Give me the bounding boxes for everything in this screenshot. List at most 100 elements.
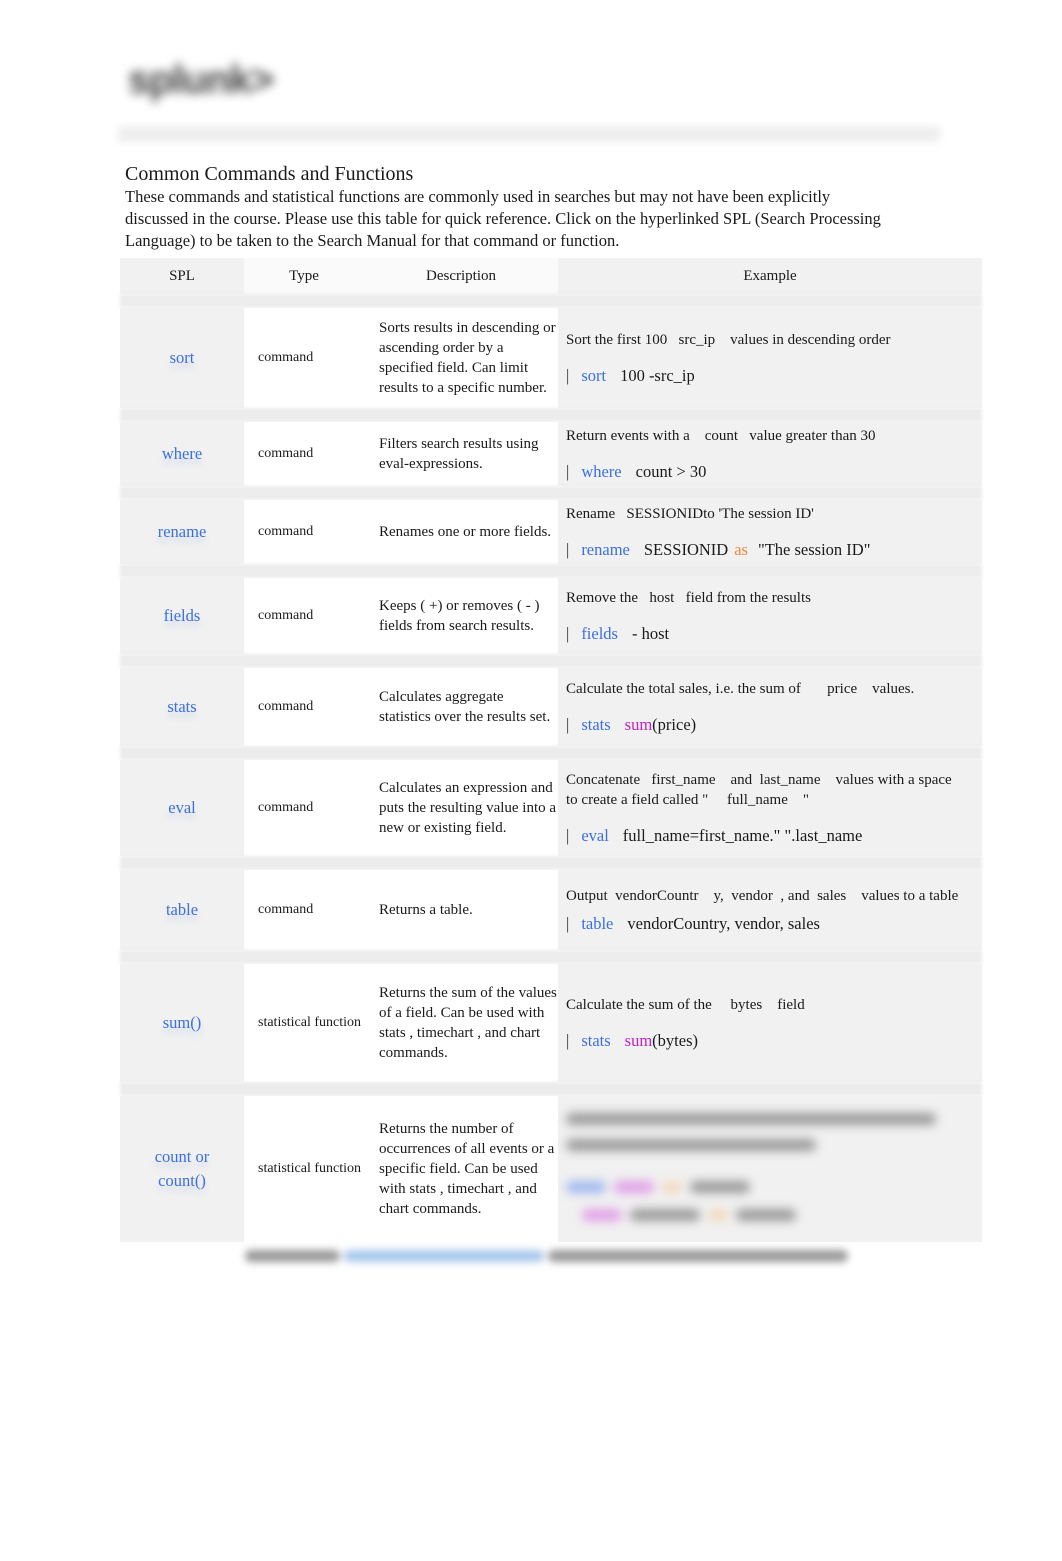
type-cell: command	[244, 308, 364, 408]
footer-note-blurred	[245, 1250, 848, 1267]
table-row: eval command Calculates an expression an…	[120, 760, 982, 856]
command-keyword[interactable]: eval	[581, 826, 608, 845]
row-divider	[120, 408, 982, 422]
spl-cell: sort	[120, 308, 244, 408]
table-row: table command Returns a table. Output ve…	[120, 870, 982, 950]
type-cell: command	[244, 422, 364, 486]
row-divider	[120, 950, 982, 964]
spl-link-eval[interactable]: eval	[168, 796, 195, 820]
row-divider	[120, 564, 982, 578]
example-cell: Sort the first 100 src_ip values in desc…	[558, 308, 982, 408]
spl-link-table[interactable]: table	[166, 898, 198, 922]
row-divider	[120, 856, 982, 870]
description-cell: Returns the sum of the values of a field…	[364, 964, 558, 1082]
table-row: count or count() statistical function Re…	[120, 1096, 982, 1242]
command-args: vendorCountry, vendor, sales	[627, 914, 820, 933]
example-command: | eval full_name=first_name." ".last_name	[566, 826, 862, 846]
description-cell: Calculates an expression and puts the re…	[364, 760, 558, 856]
splunk-logo: splunk>	[128, 58, 274, 102]
table-row: rename command Renames one or more field…	[120, 500, 982, 564]
table-row: fields command Keeps ( +) or removes ( -…	[120, 578, 982, 654]
row-divider	[120, 654, 982, 668]
description-cell: Keeps ( +) or removes ( - ) fields from …	[364, 578, 558, 654]
command-args: - host	[631, 624, 670, 643]
header-divider	[118, 126, 940, 142]
example-text: Remove the host field from the results	[566, 590, 811, 606]
example-cell: Remove the host field from the results |…	[558, 578, 982, 654]
table-row: stats command Calculates aggregate stati…	[120, 668, 982, 746]
example-cell: Rename SESSIONIDto 'The session ID' | ren…	[558, 500, 982, 564]
example-text: Sort the first 100 src_ip values in desc…	[566, 332, 891, 348]
function-keyword[interactable]: sum	[625, 1031, 653, 1050]
spl-cell: eval	[120, 760, 244, 856]
spl-link-sum[interactable]: sum()	[163, 1011, 202, 1035]
example-command: | where count > 30	[566, 462, 706, 482]
pipe-symbol: |	[566, 462, 570, 481]
table-row: sort command Sorts results in descending…	[120, 308, 982, 408]
command-keyword[interactable]: where	[581, 462, 621, 481]
spl-link-stats[interactable]: stats	[167, 695, 196, 719]
spl-link-fields[interactable]: fields	[164, 604, 201, 628]
spl-link-rename[interactable]: rename	[158, 520, 207, 544]
example-command: | rename SESSIONID as "The session ID"	[566, 540, 870, 560]
spl-link-count[interactable]: count or count()	[147, 1145, 217, 1193]
function-keyword[interactable]: sum	[625, 715, 653, 734]
spl-link-sort[interactable]: sort	[170, 346, 195, 370]
pipe-symbol: |	[566, 624, 570, 643]
table-row: where command Filters search results usi…	[120, 422, 982, 486]
example-text: Return events with a count value greater…	[566, 428, 876, 444]
pipe-symbol: |	[566, 914, 570, 933]
spl-cell: sum()	[120, 964, 244, 1082]
description-cell: Returns the number of occurrences of all…	[364, 1096, 558, 1242]
header-type: Type	[244, 258, 364, 294]
page-title: Common Commands and Functions	[125, 163, 414, 185]
type-cell: command	[244, 500, 364, 564]
description-cell: Renames one or more fields.	[364, 500, 558, 564]
example-cell	[558, 1096, 982, 1242]
example-text: Concatenate first_name and last_name val…	[566, 772, 956, 808]
pipe-symbol: |	[566, 715, 570, 734]
command-keyword[interactable]: stats	[581, 715, 610, 734]
example-command: | stats sum(bytes)	[566, 1031, 698, 1051]
header-example: Example	[558, 258, 982, 294]
command-keyword[interactable]: rename	[581, 540, 630, 559]
description-cell: Returns a table.	[364, 870, 558, 950]
command-args: (bytes)	[652, 1031, 698, 1050]
example-cell: Concatenate first_name and last_name val…	[558, 760, 982, 856]
example-command: | stats sum(price)	[566, 715, 696, 735]
reference-link[interactable]	[343, 1250, 544, 1262]
command-keyword[interactable]: table	[581, 914, 613, 933]
spl-link-where[interactable]: where	[162, 442, 202, 466]
type-cell: command	[244, 578, 364, 654]
row-divider	[120, 746, 982, 760]
operator-keyword: as	[734, 540, 748, 559]
example-cell: Calculate the total sales, i.e. the sum …	[558, 668, 982, 746]
pipe-symbol: |	[566, 540, 570, 559]
spl-cell: rename	[120, 500, 244, 564]
type-cell: command	[244, 870, 364, 950]
pipe-symbol: |	[566, 366, 570, 385]
example-text: Output vendorCountr y, vendor , and sale…	[566, 888, 959, 904]
command-keyword[interactable]: stats	[581, 1031, 610, 1050]
row-divider	[120, 1082, 982, 1096]
example-cell: Return events with a count value greater…	[558, 422, 982, 486]
blurred-example	[566, 1111, 962, 1227]
description-cell: Sorts results in descending or ascending…	[364, 308, 558, 408]
spl-cell: where	[120, 422, 244, 486]
spl-cell: count or count()	[120, 1096, 244, 1242]
table-header-row: SPL Type Description Example	[120, 258, 982, 294]
command-args: (price)	[652, 715, 697, 734]
command-keyword[interactable]: fields	[581, 624, 618, 643]
type-cell: command	[244, 668, 364, 746]
commands-table: SPL Type Description Example sort comman…	[120, 258, 982, 1242]
type-cell: statistical function	[244, 1096, 364, 1242]
command-args: 100 -src_ip	[620, 366, 695, 385]
command-keyword[interactable]: sort	[581, 366, 606, 385]
example-command: | fields - host	[566, 624, 669, 644]
example-text: Rename SESSIONIDto 'The session ID'	[566, 506, 814, 522]
row-divider	[120, 294, 982, 308]
example-cell: Output vendorCountr y, vendor , and sale…	[558, 870, 982, 950]
spl-cell: fields	[120, 578, 244, 654]
type-cell: command	[244, 760, 364, 856]
example-text: Calculate the sum of the bytes field	[566, 997, 805, 1013]
